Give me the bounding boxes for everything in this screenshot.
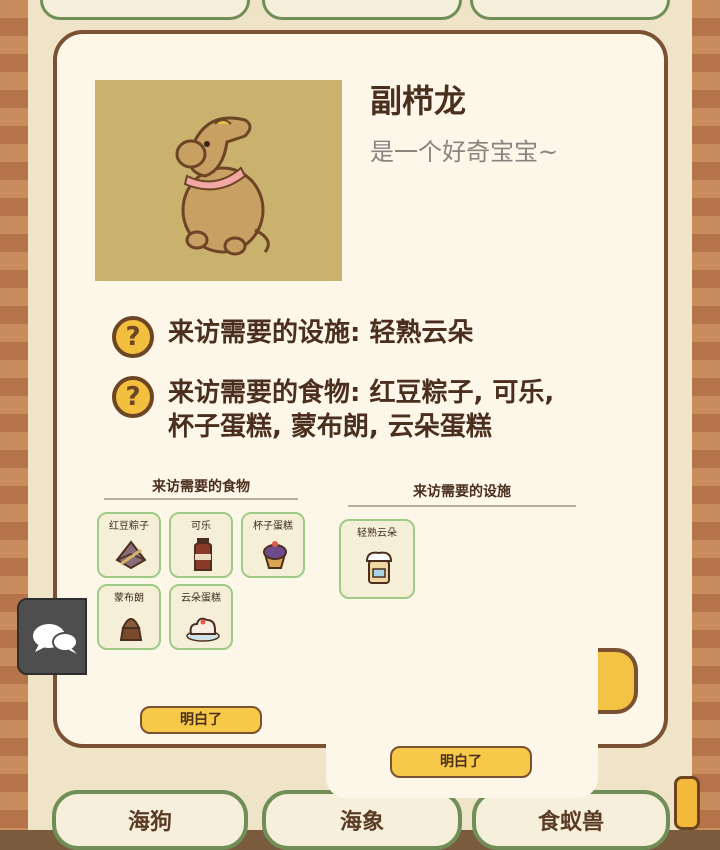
food-panel-ok-button[interactable]: 明白了 — [140, 706, 262, 734]
food-item-label: 蒙布朗 — [114, 593, 144, 604]
bg-right-column — [692, 0, 720, 830]
facility-requirement-row: ? 来访需要的设施: 轻熟云朵 — [112, 316, 588, 358]
chat-bubbles-icon — [33, 624, 78, 654]
creature-description: 是一个好奇宝宝~ — [370, 138, 559, 166]
zongzi-icon — [115, 540, 147, 570]
cupcake-icon — [263, 541, 287, 569]
food-requirement-line: 来访需要的食物: 红豆粽子, 可乐, — [168, 378, 555, 408]
facility-item-label: 轻熟云朵 — [357, 528, 397, 539]
food-item-label: 杯子蛋糕 — [253, 521, 293, 532]
bottom-card-label: 海狗 — [127, 810, 172, 835]
food-item[interactable]: 蒙布朗 — [97, 584, 161, 650]
bottom-card-sea-dog[interactable]: 海狗 — [52, 790, 248, 850]
hidden-button-edge — [596, 648, 638, 714]
food-requirement-text: 来访需要的食物: 红豆粽子, 可乐, 杯子蛋糕, 蒙布朗, 云朵蛋糕 — [168, 376, 588, 444]
food-panel-title: 来访需要的食物 — [152, 479, 250, 495]
cloud-oven-icon — [365, 551, 393, 584]
facility-requirement-text: 来访需要的设施: 轻熟云朵 — [168, 318, 474, 348]
facility-panel-ok-button[interactable]: 明白了 — [390, 746, 532, 778]
facility-item[interactable]: 轻熟云朵 — [339, 519, 415, 599]
food-requirement-row: ? 来访需要的食物: 红豆粽子, 可乐, 杯子蛋糕, 蒙布朗, 云朵蛋糕 — [112, 376, 588, 444]
mont-blanc-icon — [119, 618, 143, 641]
chat-button[interactable] — [17, 598, 87, 675]
food-item[interactable]: 红豆粽子 — [97, 512, 161, 578]
food-item-label: 云朵蛋糕 — [181, 593, 221, 604]
bg-left-column — [0, 0, 28, 830]
bottom-card-anteater[interactable]: 食蚁兽 — [472, 790, 670, 850]
scroll-handle[interactable] — [674, 776, 700, 830]
bottom-card-label: 食蚁兽 — [537, 810, 604, 835]
cola-icon — [194, 538, 212, 571]
cloud-cake-icon — [186, 617, 220, 642]
food-item-label: 红豆粽子 — [109, 521, 149, 532]
bg-card — [262, 0, 462, 20]
food-item[interactable]: 杯子蛋糕 — [241, 512, 305, 578]
creature-name: 副栉龙 — [370, 82, 467, 120]
food-requirement-line: 杯子蛋糕, 蒙布朗, 云朵蛋糕 — [168, 412, 492, 442]
divider — [348, 505, 576, 507]
food-item[interactable]: 云朵蛋糕 — [169, 584, 233, 650]
parasaurolophus-icon — [175, 116, 270, 256]
creature-portrait — [95, 80, 342, 281]
bottom-card-walrus[interactable]: 海象 — [262, 790, 462, 850]
facility-panel-title: 来访需要的设施 — [413, 484, 511, 500]
food-item-label: 可乐 — [191, 521, 211, 532]
question-icon[interactable]: ? — [112, 316, 154, 358]
bottom-card-label: 海象 — [339, 810, 384, 835]
question-icon[interactable]: ? — [112, 376, 154, 418]
food-item[interactable]: 可乐 — [169, 512, 233, 578]
bg-card — [470, 0, 670, 20]
bg-card — [40, 0, 250, 20]
divider — [104, 498, 298, 500]
